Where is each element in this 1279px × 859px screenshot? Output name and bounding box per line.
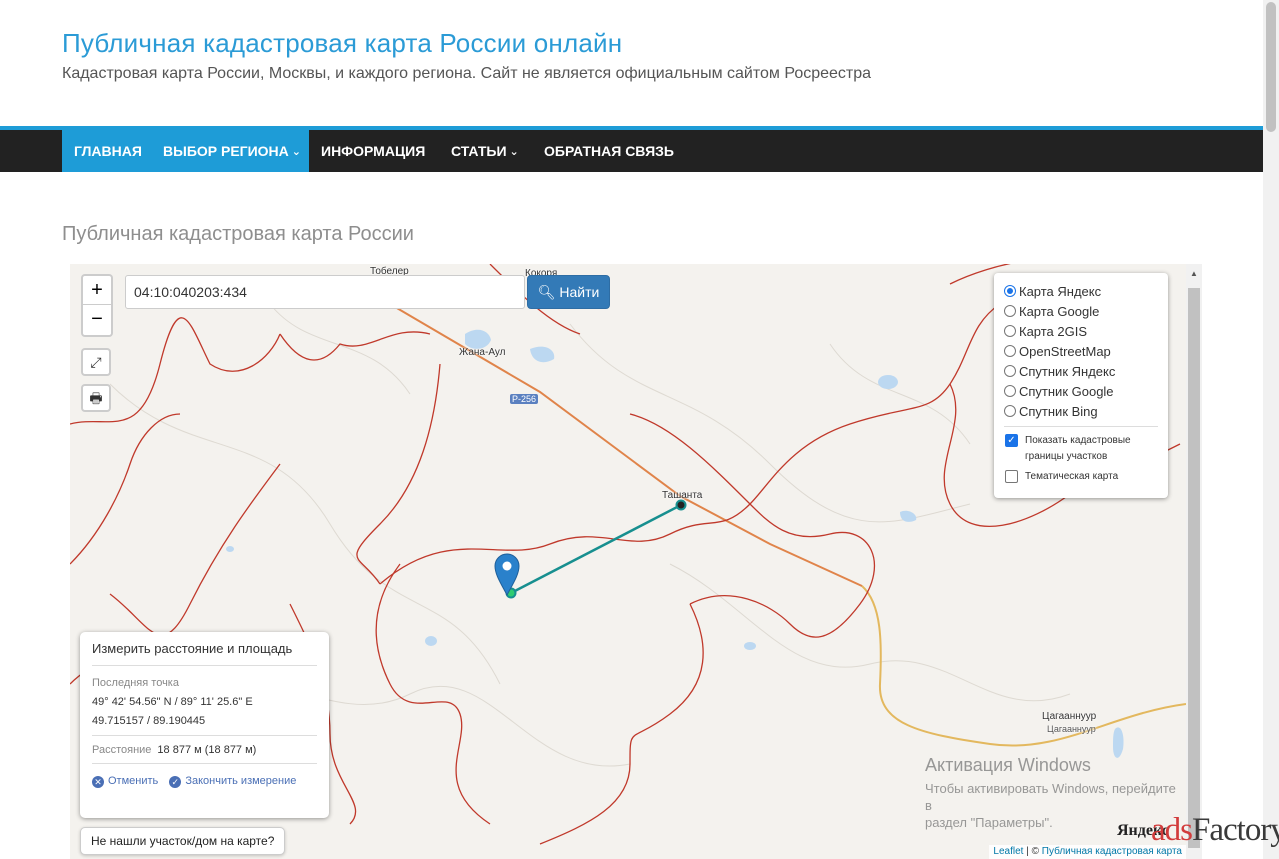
map-place-label: Цагааннуур xyxy=(1047,724,1096,734)
radio-button[interactable] xyxy=(1004,305,1016,317)
map-marker-icon xyxy=(494,553,520,597)
nav-item-region[interactable]: ВЫБОР РЕГИОНА ⌄ xyxy=(151,130,309,172)
checkbox[interactable] xyxy=(1005,470,1018,483)
cancel-measure-button[interactable]: ✕ Отменить xyxy=(92,775,158,788)
nav-item-home[interactable]: ГЛАВНАЯ xyxy=(62,130,151,172)
finish-measure-button[interactable]: ✓ Закончить измерение xyxy=(169,775,296,788)
search-button[interactable]: 🔍︎ Найти xyxy=(527,275,610,309)
road-sign: Р-256 xyxy=(510,394,539,404)
nav-item-feedback[interactable]: ОБРАТНАЯ СВЯЗЬ xyxy=(544,130,674,172)
coordinates-dms: 49° 42' 54.56" N / 89° 11' 25.6" E xyxy=(92,696,253,708)
cadastral-borders-toggle[interactable]: ✓ Показать кадастровые границы участков xyxy=(1004,433,1158,465)
cadastral-number-input[interactable] xyxy=(125,275,525,309)
scrollbar-thumb[interactable] xyxy=(1266,2,1276,132)
layer-option-bing-satellite[interactable]: Спутник Bing xyxy=(1004,401,1158,421)
thematic-map-toggle[interactable]: Тематическая карта xyxy=(1004,469,1158,485)
close-icon: ✕ xyxy=(92,776,104,788)
layer-option-google-satellite[interactable]: Спутник Google xyxy=(1004,381,1158,401)
map-place-label: Цагааннуур xyxy=(1042,711,1097,722)
measure-panel: Измерить расстояние и площадь Последняя … xyxy=(80,632,329,818)
coordinates-decimal: 49.715157 / 89.190445 xyxy=(92,715,206,727)
zoom-in-button[interactable]: + xyxy=(83,276,111,305)
map-scrollbar[interactable]: ▲ xyxy=(1186,264,1202,859)
divider xyxy=(1004,426,1158,427)
scroll-up-icon[interactable]: ▲ xyxy=(1190,269,1198,278)
chevron-down-icon: ⌄ xyxy=(291,146,301,158)
scrollbar-thumb[interactable] xyxy=(1188,288,1200,848)
distance-row: Расстояние 18 877 м (18 877 м) xyxy=(92,744,257,756)
main-navigation: ГЛАВНАЯ ВЫБОР РЕГИОНА ⌄ ИНФОРМАЦИЯ СТАТЬИ… xyxy=(0,130,1263,172)
site-description: Кадастровая карта России, Москвы, и кажд… xyxy=(62,65,872,82)
radio-button[interactable] xyxy=(1004,365,1016,377)
layer-option-google-map[interactable]: Карта Google xyxy=(1004,301,1158,321)
layer-option-yandex-satellite[interactable]: Спутник Яндекс xyxy=(1004,361,1158,381)
radio-button[interactable] xyxy=(1004,385,1016,397)
layer-option-yandex-map[interactable]: Карта Яндекс xyxy=(1004,281,1158,301)
radio-button[interactable] xyxy=(1004,325,1016,337)
windows-activation-watermark: Активация Windows Чтобы активировать Win… xyxy=(925,755,1176,830)
page-scrollbar[interactable] xyxy=(1263,0,1279,859)
page-heading: Публичная кадастровая карта России xyxy=(62,223,414,245)
layer-switcher: Карта Яндекс Карта Google Карта 2GIS Ope… xyxy=(994,273,1168,498)
zoom-out-button[interactable]: − xyxy=(83,305,111,334)
checkbox-checked[interactable]: ✓ xyxy=(1005,434,1018,447)
last-point-label: Последняя точка xyxy=(92,677,179,689)
radio-button[interactable] xyxy=(1004,345,1016,357)
nav-item-articles[interactable]: СТАТЬИ ⌄ xyxy=(451,130,519,172)
map-place-label: Жана-Аул xyxy=(459,347,506,358)
search-icon: 🔍︎ xyxy=(537,284,556,300)
not-found-button[interactable]: Не нашли участок/дом на карте? xyxy=(80,827,286,855)
radio-button[interactable] xyxy=(1004,285,1016,297)
measure-title: Измерить расстояние и площадь xyxy=(92,632,317,666)
divider xyxy=(92,735,317,736)
adsfactory-watermark: adsFactory xyxy=(1151,812,1279,848)
print-button[interactable]: 🖶 xyxy=(81,384,111,412)
check-icon: ✓ xyxy=(169,776,182,788)
map-place-label: Ташанта xyxy=(662,490,703,501)
measure-actions: ✕ Отменить ✓ Закончить измерение xyxy=(92,763,317,788)
radio-button[interactable] xyxy=(1004,405,1016,417)
layer-option-osm[interactable]: OpenStreetMap xyxy=(1004,341,1158,361)
page: Публичная кадастровая карта России онлай… xyxy=(0,0,1279,859)
site-title[interactable]: Публичная кадастровая карта России онлай… xyxy=(62,28,622,59)
fullscreen-button[interactable]: ⤢ xyxy=(81,348,111,376)
leaflet-link[interactable]: Leaflet xyxy=(993,846,1023,857)
expand-icon: ⤢ xyxy=(90,354,102,370)
printer-icon: 🖶 xyxy=(89,390,103,406)
layer-option-2gis-map[interactable]: Карта 2GIS xyxy=(1004,321,1158,341)
cadastral-map[interactable]: Тобелер Кокоря Жана-Аул Р-256 Ташанта Ца… xyxy=(70,264,1186,859)
nav-item-info[interactable]: ИНФОРМАЦИЯ xyxy=(321,130,425,172)
zoom-control: + − xyxy=(81,274,113,337)
chevron-down-icon: ⌄ xyxy=(509,146,519,158)
